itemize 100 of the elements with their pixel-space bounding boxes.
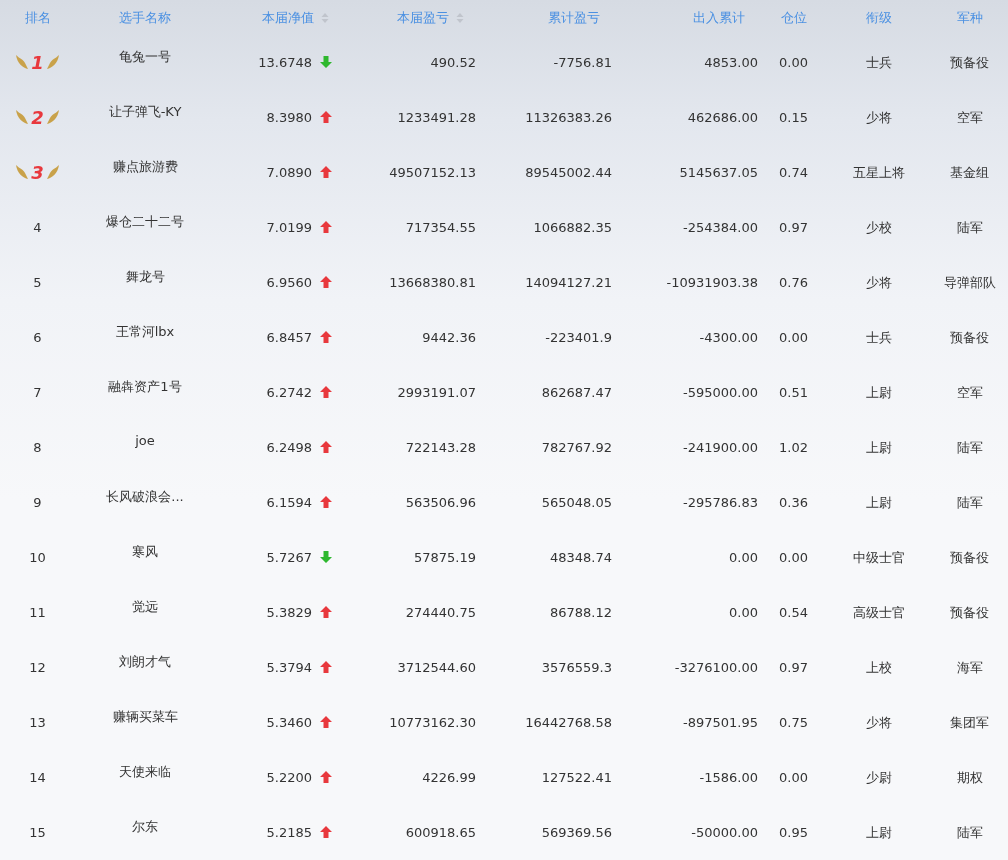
table-cell: 86788.12 (549, 605, 612, 620)
column-header: 排名 (24, 8, 51, 27)
table-cell: 5.2200 (266, 770, 312, 785)
table-cell: 空军 (956, 384, 983, 400)
table-cell: 预备役 (950, 54, 989, 70)
table-cell: 少将 (865, 109, 892, 125)
player-name: 爆仓二十二号 (106, 214, 184, 229)
player-name: 觉远 (132, 599, 158, 614)
column-header[interactable]: 本届盈亏 (397, 8, 464, 27)
player-name: 龟兔一号 (119, 49, 171, 64)
table-cell: 0.95 (779, 825, 808, 840)
table-cell: 上尉 (865, 494, 892, 510)
player-name: 长风破浪会... (106, 489, 184, 504)
table-cell: 0.74 (779, 165, 808, 180)
table-cell: 0.97 (779, 660, 808, 675)
rank-number: 11 (29, 605, 46, 620)
rank-number: 5 (33, 275, 42, 290)
table-cell: -295786.83 (683, 495, 758, 510)
table-cell: 2993191.07 (397, 385, 476, 400)
table-cell: 13.6748 (258, 55, 312, 70)
player-name: 舞龙号 (125, 269, 165, 284)
table-cell: 0.75 (779, 715, 808, 730)
table-cell: 1066882.35 (533, 220, 612, 235)
rank-number: 14 (29, 770, 46, 785)
table-cell: 4853.00 (704, 55, 758, 70)
wing-icon (45, 54, 60, 71)
table-cell: 10773162.30 (389, 715, 476, 730)
table-cell: 中级士官 (852, 549, 905, 565)
table-cell: 13668380.81 (389, 275, 476, 290)
table-cell: 89545002.44 (525, 165, 612, 180)
player-name: 刘朗才气 (119, 654, 171, 669)
wing-icon (15, 109, 30, 126)
table-cell: 3712544.60 (397, 660, 476, 675)
table-cell: 0.00 (779, 55, 808, 70)
table-cell: 5.3829 (266, 605, 312, 620)
player-name: 融犇资产1号 (108, 379, 182, 394)
table-cell: 0.76 (779, 275, 808, 290)
rank-number: 15 (29, 825, 46, 840)
rank-number: 12 (29, 660, 46, 675)
column-header: 选手名称 (119, 8, 171, 27)
table-cell: 0.00 (729, 550, 758, 565)
table-cell: -223401.9 (545, 330, 612, 345)
table-cell: 862687.47 (541, 385, 612, 400)
sort-icon[interactable] (456, 11, 464, 24)
table-cell: 士兵 (865, 329, 892, 345)
table-cell: 高级士官 (852, 604, 905, 620)
wing-icon (15, 164, 30, 181)
table-cell: 0.15 (779, 110, 808, 125)
rank-number: 1 (31, 51, 44, 73)
table-cell: 1233491.28 (397, 110, 476, 125)
rank-number: 2 (31, 106, 44, 128)
column-header: 累计盈亏 (548, 8, 600, 27)
player-name: 王常河lbx (115, 324, 175, 339)
table-cell: 少将 (865, 274, 892, 290)
table-cell: -241900.00 (683, 440, 758, 455)
sort-icon[interactable] (321, 11, 329, 24)
rank-number: 6 (33, 330, 42, 345)
table-cell: 6.8457 (266, 330, 312, 345)
table-cell: 少尉 (865, 769, 892, 785)
rank-number: 10 (29, 550, 46, 565)
rank-number: 8 (33, 440, 42, 455)
column-header: 仓位 (780, 8, 807, 27)
wing-icon (15, 54, 30, 71)
wing-icon (45, 109, 60, 126)
table-cell: -897501.95 (683, 715, 758, 730)
table-cell: 上尉 (865, 824, 892, 840)
table-cell: 8.3980 (266, 110, 312, 125)
table-cell: -7756.81 (553, 55, 612, 70)
table-cell: 57875.19 (413, 550, 476, 565)
table-cell: 0.36 (779, 495, 808, 510)
table-cell: 0.00 (779, 770, 808, 785)
table-cell: -1586.00 (699, 770, 758, 785)
table-cell: 3576559.3 (541, 660, 612, 675)
table-cell: 5.7267 (266, 550, 312, 565)
table-cell: 预备役 (950, 329, 989, 345)
table-cell: 5.2185 (266, 825, 312, 840)
table-cell: 462686.00 (687, 110, 758, 125)
column-header[interactable]: 本届净值 (262, 8, 329, 27)
table-cell: 600918.65 (405, 825, 476, 840)
table-cell: 海军 (956, 659, 983, 675)
table-cell: 6.2742 (266, 385, 312, 400)
table-cell: -254384.00 (683, 220, 758, 235)
table-cell: 717354.55 (405, 220, 476, 235)
rank-number: 7 (33, 385, 42, 400)
table-cell: 预备役 (950, 549, 989, 565)
table-cell: 14094127.21 (525, 275, 612, 290)
table-cell: 0.51 (779, 385, 808, 400)
table-cell: 集团军 (950, 714, 989, 730)
player-name: 让子弹飞-KY (108, 104, 182, 119)
rank-number: 13 (29, 715, 46, 730)
table-cell: 0.54 (779, 605, 808, 620)
table-cell: 1.02 (779, 440, 808, 455)
table-cell: 0.97 (779, 220, 808, 235)
rank-number: 4 (33, 220, 42, 235)
table-cell: -50000.00 (691, 825, 758, 840)
table-cell: 16442768.58 (525, 715, 612, 730)
player-name: 尔东 (132, 819, 158, 834)
table-cell: 陆军 (956, 219, 983, 235)
table-cell: 少校 (865, 219, 892, 235)
table-cell: -595000.00 (683, 385, 758, 400)
